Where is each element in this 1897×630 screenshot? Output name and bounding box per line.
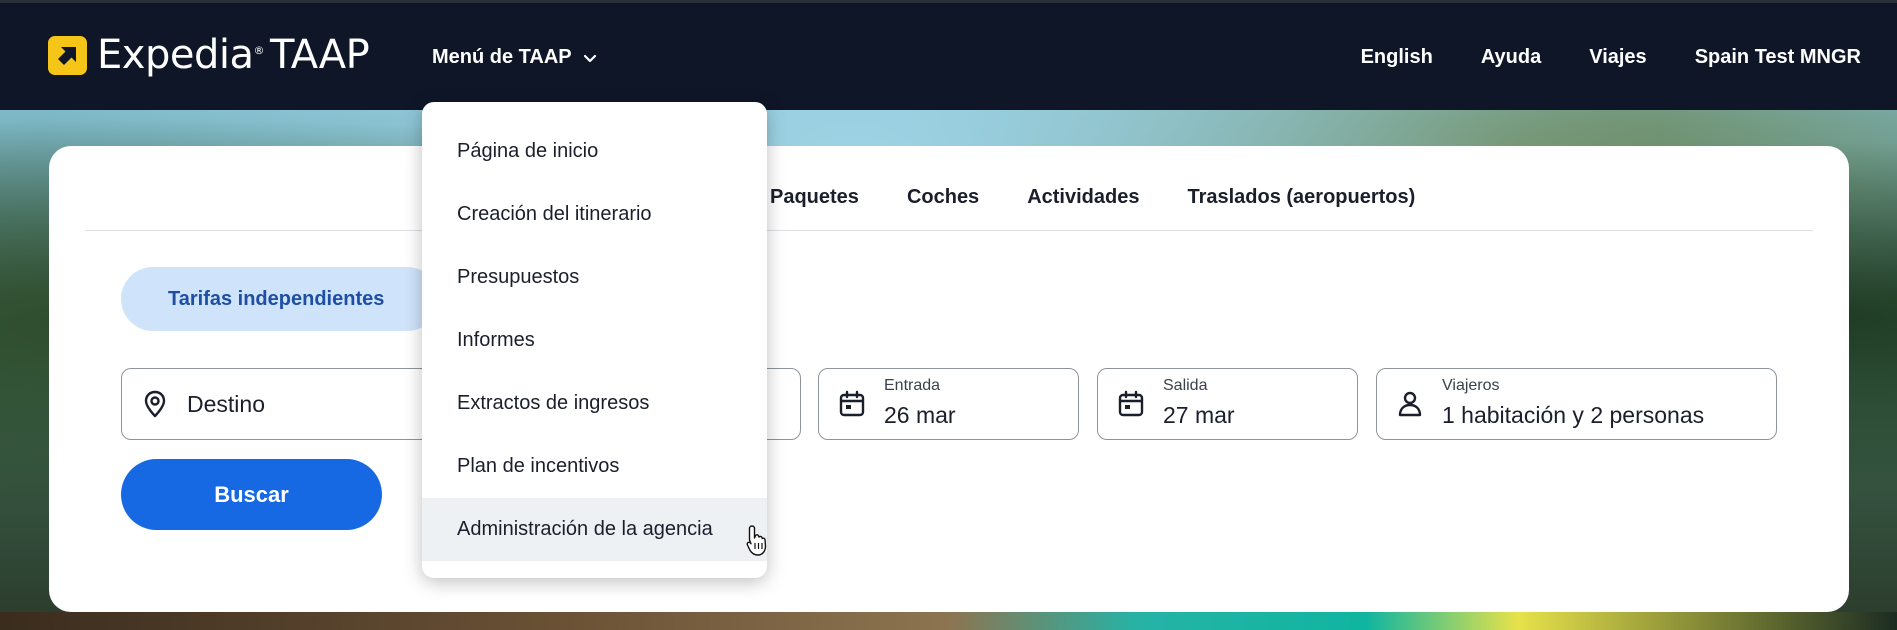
fare-type-pill[interactable]: Tarifas independientes xyxy=(121,267,439,331)
tab-cars[interactable]: Coches xyxy=(907,186,979,209)
calendar-icon xyxy=(1118,390,1144,417)
calendar-icon xyxy=(839,390,865,417)
checkout-label: Salida xyxy=(1163,377,1208,394)
menu-item-agency-admin[interactable]: Administración de la agencia xyxy=(422,498,767,561)
taap-menu-button[interactable]: Menú de TAAP xyxy=(432,46,598,69)
expedia-taap-logo[interactable]: Expedia® TAAP xyxy=(48,32,370,78)
search-button[interactable]: Buscar xyxy=(121,459,382,530)
checkin-value: 26 mar xyxy=(884,402,956,428)
search-tabs: Paquetes Coches Actividades Traslados (a… xyxy=(770,186,1415,209)
expedia-arrow-icon xyxy=(48,35,87,75)
taap-dropdown-menu: Página de inicio Creación del itinerario… xyxy=(422,102,767,578)
hero-bottom-strip xyxy=(0,612,1897,630)
checkin-field[interactable]: Entrada 26 mar xyxy=(818,368,1079,440)
help-link[interactable]: Ayuda xyxy=(1481,46,1541,69)
checkout-field[interactable]: Salida 27 mar xyxy=(1097,368,1358,440)
map-pin-icon xyxy=(144,390,166,418)
tab-transfers[interactable]: Traslados (aeropuertos) xyxy=(1187,186,1415,209)
checkin-label: Entrada xyxy=(884,377,941,394)
travelers-label: Viajeros xyxy=(1442,377,1500,394)
chevron-down-icon xyxy=(583,54,596,62)
travelers-value: 1 habitación y 2 personas xyxy=(1442,402,1705,428)
tab-packages[interactable]: Paquetes xyxy=(770,186,859,209)
menu-item-earnings-statements[interactable]: Extractos de ingresos xyxy=(422,372,767,435)
menu-item-reports[interactable]: Informes xyxy=(422,309,767,372)
hand-pointer-icon xyxy=(746,525,767,556)
logo-wordmark: Expedia® TAAP xyxy=(97,32,370,78)
language-link[interactable]: English xyxy=(1361,46,1433,69)
top-nav-bar: Expedia® TAAP Menú de TAAP English Ayuda … xyxy=(0,0,1897,110)
menu-item-incentive-plan[interactable]: Plan de incentivos xyxy=(422,435,767,498)
tab-activities[interactable]: Actividades xyxy=(1027,186,1139,209)
account-link[interactable]: Spain Test MNGR xyxy=(1695,46,1861,69)
destination-placeholder: Destino xyxy=(187,391,265,417)
menu-item-quotes[interactable]: Presupuestos xyxy=(422,246,767,309)
travelers-field[interactable]: Viajeros 1 habitación y 2 personas xyxy=(1376,368,1777,440)
menu-item-itinerary-builder[interactable]: Creación del itinerario xyxy=(422,183,767,246)
checkout-value: 27 mar xyxy=(1163,402,1235,428)
menu-item-home[interactable]: Página de inicio xyxy=(422,120,767,183)
person-icon xyxy=(1398,391,1422,417)
trips-link[interactable]: Viajes xyxy=(1589,46,1646,69)
tabs-divider xyxy=(85,230,1813,231)
taap-menu-label: Menú de TAAP xyxy=(432,46,572,68)
header-links: English Ayuda Viajes Spain Test MNGR xyxy=(1361,46,1861,69)
